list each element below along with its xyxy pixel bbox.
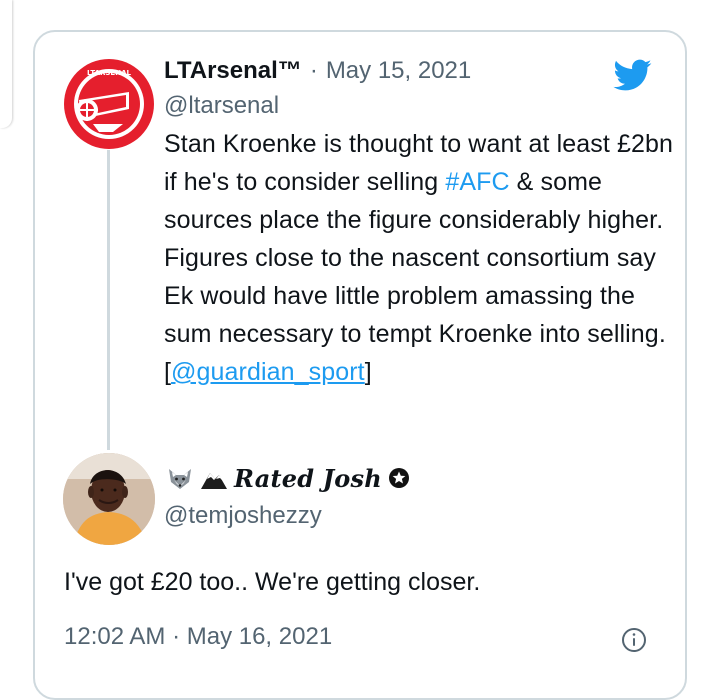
info-circle-icon[interactable]	[621, 627, 647, 653]
reply-author-handle[interactable]: @temjoshezzy	[164, 502, 322, 530]
twitter-bird-icon[interactable]	[610, 56, 656, 94]
tweet-date[interactable]: May 15, 2021	[326, 57, 471, 85]
reply-timestamp[interactable]: 12:02 AM · May 16, 2021	[64, 623, 332, 651]
star-badge-icon	[388, 468, 409, 488]
snowcap-mountain-icon	[201, 473, 227, 489]
ltarsenal-logo-icon: LTARSENAL	[64, 59, 154, 149]
reply-text: I've got £20 too.. We're getting closer.	[64, 568, 481, 596]
author-display-name[interactable]: LTArsenal™	[164, 57, 302, 85]
tweet-text-segment: & some sources place the figure consider…	[164, 168, 666, 386]
thread-connector-line	[107, 145, 110, 450]
rated-josh-name-text: Rated Josh	[234, 463, 382, 493]
tweet-body: Stan Kroenke is thought to want at least…	[164, 125, 674, 391]
reply-author-display-name[interactable]: Rated Josh	[166, 458, 410, 498]
afc-hashtag-link[interactable]: #AFC	[445, 168, 509, 196]
fox-face-icon	[169, 469, 191, 489]
tweet-header: LTArsenal™ · May 15, 2021	[164, 52, 471, 90]
header-separator: ·	[309, 57, 318, 84]
svg-text:LTARSENAL: LTARSENAL	[87, 69, 131, 77]
ltarsenal-avatar[interactable]: LTARSENAL	[63, 58, 155, 150]
tweet-text-segment: ]	[364, 358, 372, 386]
profile-photo-icon	[63, 453, 155, 545]
rated-josh-avatar[interactable]	[63, 453, 155, 545]
author-handle[interactable]: @ltarsenal	[164, 92, 279, 120]
partial-left-panel-edge	[0, 0, 12, 128]
guardian-sport-mention-link[interactable]: @guardian_sport	[171, 358, 365, 386]
